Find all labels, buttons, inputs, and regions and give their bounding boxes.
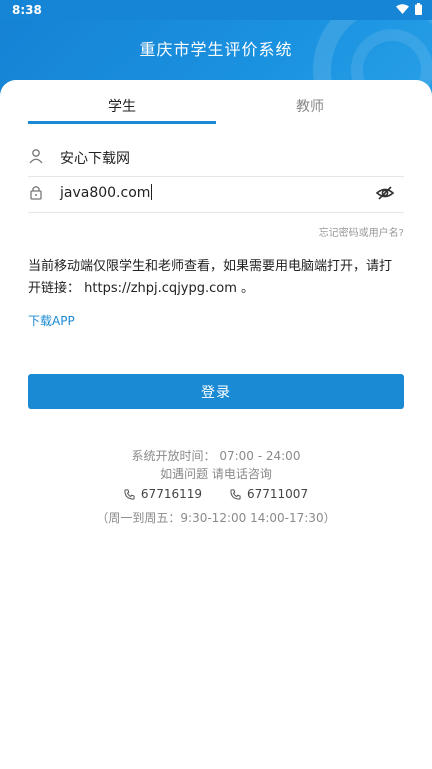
tab-teacher[interactable]: 教师: [216, 96, 404, 116]
text-cursor: [151, 184, 153, 200]
phone-number-1: 67716119: [140, 487, 202, 501]
user-icon: [29, 149, 43, 164]
password-text: java800.com: [60, 185, 151, 201]
consult-text: 如遇问题 请电话咨询: [160, 467, 272, 481]
lock-icon: [30, 186, 42, 200]
wifi-icon: [396, 3, 409, 14]
phone-item[interactable]: 67716119: [124, 487, 202, 501]
status-icons: [396, 3, 422, 15]
password-field[interactable]: java800.com: [28, 176, 404, 213]
username-field[interactable]: 安心下载网: [28, 140, 404, 177]
phone-list: 67716119 67711007: [0, 487, 432, 501]
eye-off-icon[interactable]: [376, 184, 394, 202]
phone-number-2: 67711007: [247, 487, 309, 501]
password-value: java800.com: [60, 184, 153, 201]
phone-item[interactable]: 67711007: [230, 487, 308, 501]
username-value: 安心下载网: [60, 151, 130, 167]
role-tabs: 学生 教师: [28, 80, 404, 124]
status-bar: 8:38: [0, 0, 432, 20]
page-title: 重庆市学生评价系统: [139, 40, 293, 59]
phone-icon: [230, 488, 241, 500]
tab-student[interactable]: 学生: [28, 96, 216, 116]
battery-icon: [415, 3, 422, 15]
open-time-text: 系统开放时间： 07:00 - 24:00: [131, 449, 301, 463]
download-app-link[interactable]: 下载APP: [28, 312, 75, 329]
phone-icon: [124, 488, 135, 500]
login-button[interactable]: 登录: [28, 374, 404, 409]
service-hours-text: （周一到周五：9:30-12:00 14:00-17:30）: [96, 511, 336, 525]
status-time: 8:38: [12, 3, 42, 17]
login-card: 学生 教师 安心下载网 java800.com 忘记密码或用户名? 当前移动端仅…: [0, 80, 432, 769]
notice-text: 当前移动端仅限学生和老师查看，如果需要用电脑端打开，请打开链接： https:/…: [28, 259, 393, 296]
active-tab-indicator: [28, 121, 216, 124]
forgot-password-link[interactable]: 忘记密码或用户名?: [319, 224, 404, 239]
